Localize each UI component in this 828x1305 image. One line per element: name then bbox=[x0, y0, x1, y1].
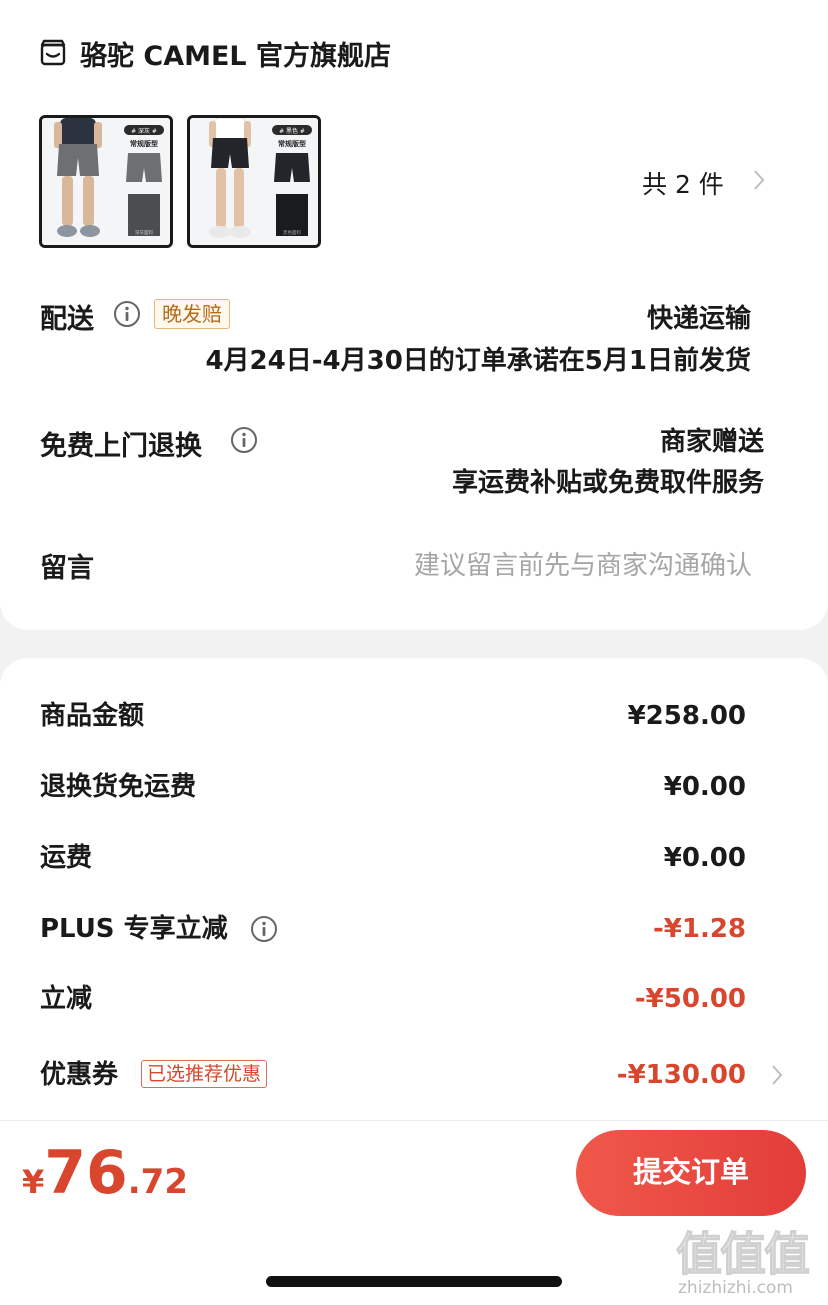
svg-text:# 黑色 #: # 黑色 # bbox=[279, 127, 305, 135]
fee-label: 优惠券 bbox=[40, 1060, 119, 1090]
fee-row-plus-discount: PLUS 专享立减 -¥1.28 bbox=[0, 909, 828, 949]
total-integer: 76 bbox=[44, 1138, 128, 1208]
svg-text:# 深灰 #: # 深灰 # bbox=[131, 127, 157, 135]
fee-value: ¥0.00 bbox=[663, 772, 746, 802]
fee-label: PLUS 专享立减 bbox=[40, 914, 228, 944]
late-shipment-badge[interactable]: 晚发赔 bbox=[154, 299, 230, 329]
fee-value: -¥130.00 bbox=[616, 1060, 746, 1090]
svg-text:深灰面料: 深灰面料 bbox=[135, 229, 153, 236]
free-return-detail: 享运费补贴或免费取件服务 bbox=[451, 468, 764, 498]
chevron-right-icon[interactable] bbox=[752, 168, 766, 192]
product-image-grey-shorts: # 深灰 # 常规版型 深灰面料 bbox=[42, 118, 170, 245]
svg-text:黑色面料: 黑色面料 bbox=[283, 229, 301, 236]
info-icon[interactable] bbox=[230, 426, 258, 454]
fee-value: -¥50.00 bbox=[634, 984, 746, 1014]
message-input[interactable]: 建议留言前先与商家沟通确认 bbox=[414, 545, 752, 582]
delivery-method[interactable]: 快递运输 bbox=[647, 298, 751, 335]
fee-row-shipping: 运费 ¥0.00 bbox=[0, 838, 828, 878]
delivery-promise: 4月24日-4月30日的订单承诺在5月1日前发货 bbox=[205, 346, 751, 376]
fee-label: 运费 bbox=[40, 843, 93, 873]
home-indicator[interactable] bbox=[266, 1276, 562, 1287]
total-price: ¥76.72 bbox=[22, 1138, 188, 1208]
fee-row-coupon[interactable]: 优惠券 已选推荐优惠 -¥130.00 bbox=[0, 1055, 828, 1095]
fee-row-goods-amount: 商品金额 ¥258.00 bbox=[0, 696, 828, 736]
fee-label: 立减 bbox=[40, 984, 93, 1014]
order-card: 骆驼 CAMEL 官方旗舰店 # 深灰 # 常规版型 深灰面料 # 黑色 # 常… bbox=[0, 0, 828, 630]
svg-text:常规版型: 常规版型 bbox=[278, 139, 306, 148]
svg-text:常规版型: 常规版型 bbox=[130, 139, 158, 148]
fee-value: -¥1.28 bbox=[652, 914, 746, 944]
fee-label: 商品金额 bbox=[40, 701, 145, 731]
fee-summary-card: 商品金额 ¥258.00 退换货免运费 ¥0.00 运费 ¥0.00 PLUS … bbox=[0, 658, 828, 1128]
message-label: 留言 bbox=[40, 553, 94, 584]
product-thumbnail[interactable]: # 黑色 # 常规版型 黑色面料 bbox=[187, 115, 321, 248]
fee-value: ¥258.00 bbox=[627, 701, 746, 731]
free-return-label: 免费上门退换 bbox=[40, 431, 202, 462]
submit-order-button[interactable]: 提交订单 bbox=[576, 1130, 806, 1216]
delivery-label: 配送 bbox=[40, 304, 94, 335]
store-icon bbox=[40, 39, 66, 66]
product-thumbnail[interactable]: # 深灰 # 常规版型 深灰面料 bbox=[39, 115, 173, 248]
free-return-gift: 商家赠送 bbox=[659, 427, 764, 457]
watermark: 值值值 zhizhizhi.com bbox=[676, 1218, 826, 1303]
chevron-right-icon[interactable] bbox=[770, 1063, 784, 1087]
store-header[interactable]: 骆驼 CAMEL 官方旗舰店 bbox=[38, 36, 392, 72]
coupon-badge: 已选推荐优惠 bbox=[141, 1060, 268, 1088]
info-icon[interactable] bbox=[113, 300, 141, 328]
fee-row-return-shipping: 退换货免运费 ¥0.00 bbox=[0, 767, 828, 807]
currency-symbol: ¥ bbox=[22, 1163, 45, 1201]
item-count[interactable]: 共 2 件 bbox=[642, 165, 724, 201]
total-decimal: .72 bbox=[127, 1162, 188, 1202]
watermark-url: zhizhizhi.com bbox=[678, 1278, 793, 1298]
product-image-black-shorts: # 黑色 # 常规版型 黑色面料 bbox=[190, 118, 318, 245]
info-icon[interactable] bbox=[250, 915, 278, 943]
fee-row-instant-discount: 立减 -¥50.00 bbox=[0, 979, 828, 1019]
watermark-logo: 值值值 bbox=[676, 1227, 811, 1282]
order-confirm-page: 骆驼 CAMEL 官方旗舰店 # 深灰 # 常规版型 深灰面料 # 黑色 # 常… bbox=[0, 0, 828, 1305]
fee-value: ¥0.00 bbox=[663, 843, 746, 873]
fee-label: 退换货免运费 bbox=[40, 772, 197, 802]
store-name: 骆驼 CAMEL 官方旗舰店 bbox=[80, 40, 392, 72]
